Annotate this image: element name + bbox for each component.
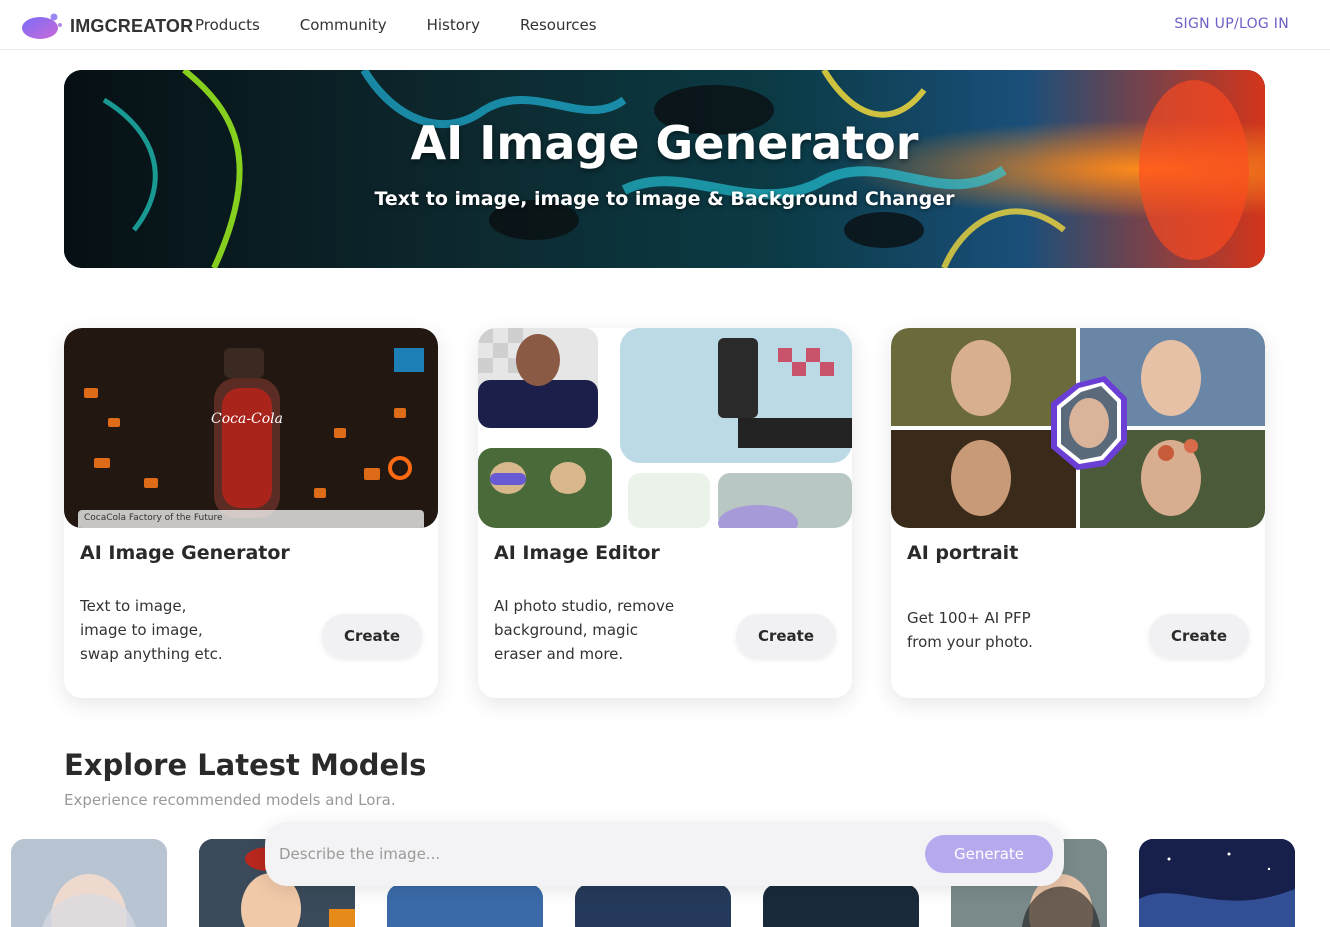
- feature-card-image-editor[interactable]: AI Image Editor AI photo studio, remove …: [478, 328, 852, 698]
- model-thumbnail[interactable]: [1139, 839, 1295, 927]
- card-title: AI Image Generator: [80, 542, 290, 564]
- feature-card-ai-portrait[interactable]: AI portrait Get 100+ AI PFP from your ph…: [891, 328, 1265, 698]
- hero-banner: AI Image Generator Text to image, image …: [64, 70, 1265, 268]
- card-description: Text to image, image to image, swap anyt…: [80, 597, 223, 663]
- svg-text:Coca-Cola: Coca-Cola: [211, 411, 283, 427]
- logo-text: IMGCREATOR: [70, 15, 194, 36]
- logo[interactable]: IMGCREATOR: [20, 11, 193, 41]
- hero-title: AI Image Generator: [410, 116, 919, 170]
- model-thumbnail[interactable]: [387, 884, 543, 927]
- logo-icon: [22, 13, 62, 39]
- nav-resources[interactable]: Resources: [520, 16, 597, 34]
- section-subtitle: Experience recommended models and Lora.: [64, 791, 396, 809]
- main-nav: Products Community History Resources: [195, 16, 597, 34]
- generate-button[interactable]: Generate: [925, 835, 1053, 873]
- hero-subtitle: Text to image, image to image & Backgrou…: [374, 188, 955, 210]
- card-title: AI Image Editor: [494, 542, 660, 564]
- model-thumbnail[interactable]: [763, 884, 919, 927]
- card-description: AI photo studio, remove background, magi…: [494, 597, 675, 663]
- model-thumbnail[interactable]: [575, 884, 731, 927]
- card-image-editor-collage: [478, 328, 852, 528]
- card-image-portrait-grid: [891, 328, 1265, 528]
- card-image-cocacola-factory: Coca-Cola CocaCola Factory of the Future: [64, 328, 438, 528]
- section-title: Explore Latest Models: [64, 748, 427, 782]
- image-caption: CocaCola Factory of the Future: [78, 510, 424, 528]
- create-button[interactable]: Create: [1149, 614, 1249, 658]
- prompt-bar: Generate: [265, 822, 1064, 886]
- model-thumbnail[interactable]: [11, 839, 167, 927]
- signup-login-link[interactable]: SIGN UP/LOG IN: [1174, 16, 1289, 32]
- card-title: AI portrait: [907, 542, 1019, 564]
- card-description: Get 100+ AI PFP from your photo.: [907, 609, 1033, 651]
- feature-card-image-generator[interactable]: Coca-Cola CocaCola Factory of the Future…: [64, 328, 438, 698]
- create-button[interactable]: Create: [736, 614, 836, 658]
- nav-history[interactable]: History: [427, 16, 480, 34]
- describe-image-input[interactable]: [279, 836, 919, 872]
- create-button[interactable]: Create: [322, 614, 422, 658]
- top-navbar: IMGCREATOR Products Community History Re…: [0, 0, 1330, 50]
- nav-community[interactable]: Community: [300, 16, 387, 34]
- nav-products[interactable]: Products: [195, 16, 260, 34]
